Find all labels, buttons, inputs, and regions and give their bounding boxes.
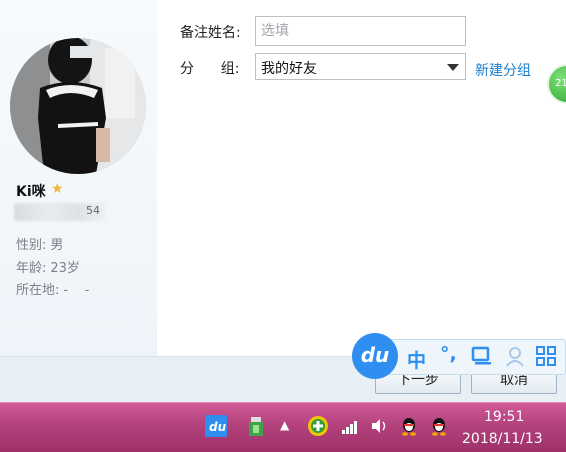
notification-badge[interactable]: 21	[547, 64, 566, 104]
user-icon[interactable]	[505, 346, 525, 373]
group-select[interactable]: 我的好友	[255, 53, 466, 80]
ime-punctuation[interactable]: °,	[440, 343, 457, 365]
avatar[interactable]	[10, 38, 146, 174]
svg-text:du: du	[209, 420, 227, 434]
clock-date[interactable]: 2018/11/13	[462, 431, 543, 447]
volume-icon[interactable]	[369, 415, 391, 437]
gender-row: 性别: 男	[16, 234, 63, 253]
remark-label: 备注姓名:	[180, 25, 241, 41]
network-icon[interactable]	[340, 415, 362, 437]
baidu-ime-icon[interactable]: du	[205, 415, 227, 437]
ime-chinese-mode[interactable]: 中	[407, 346, 426, 373]
green-plus-icon[interactable]	[307, 415, 329, 437]
show-hidden-icon[interactable]: ▲	[280, 418, 302, 440]
age-row: 年龄: 23岁	[16, 257, 80, 276]
group-selected-value: 我的好友	[261, 61, 317, 77]
location-row: 所在地: - -	[16, 279, 89, 298]
group-label: 分 组:	[180, 61, 240, 77]
dropdown-arrow-icon[interactable]	[447, 64, 459, 71]
qq-icon[interactable]	[398, 415, 420, 437]
age-label: 年龄:	[16, 261, 47, 276]
grid-icon[interactable]	[536, 346, 557, 372]
location-label: 所在地:	[16, 283, 60, 298]
avatar-photo	[10, 38, 146, 174]
location-value: - -	[63, 283, 90, 298]
remark-input[interactable]	[255, 16, 466, 46]
nickname: Ki咪	[16, 184, 46, 200]
qq-icon[interactable]	[428, 415, 450, 437]
screen-icon[interactable]	[471, 346, 493, 371]
account-id-suffix: 54	[86, 204, 100, 217]
star-icon: ★	[51, 181, 64, 197]
age-value: 23岁	[50, 261, 80, 276]
new-group-link[interactable]: 新建分组	[475, 60, 531, 80]
gender-value: 男	[50, 238, 64, 253]
usb-drive-icon[interactable]	[245, 415, 267, 437]
clock-time[interactable]: 19:51	[484, 409, 524, 425]
baidu-ime-logo-icon[interactable]: du	[352, 333, 398, 379]
gender-label: 性别:	[16, 238, 47, 253]
